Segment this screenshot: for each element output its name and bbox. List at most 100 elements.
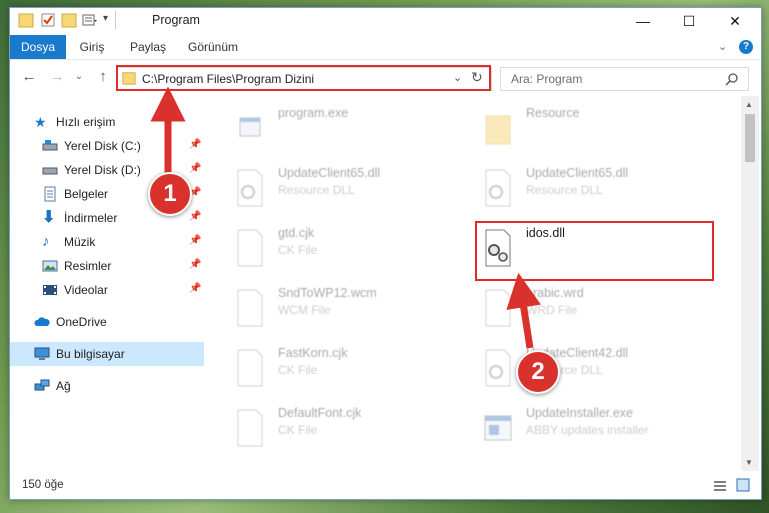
nav-item-label: Hızlı erişim: [56, 115, 116, 129]
file-icon: [237, 409, 263, 447]
pin-icon[interactable]: 📌: [189, 283, 201, 294]
file-name: UpdateClient65.dll: [278, 166, 381, 180]
nav-item-onedrive[interactable]: OneDrive: [10, 310, 204, 334]
nav-item-disk-c[interactable]: Yerel Disk (C:) 📌: [10, 134, 204, 158]
ribbon-expand-icon[interactable]: ⌄: [718, 40, 727, 53]
nav-item-videos[interactable]: Videolar 📌: [10, 278, 204, 302]
drive-icon: [42, 167, 58, 175]
file-name: SndToWP12.wcm: [278, 286, 377, 300]
folder-icon: [18, 13, 34, 28]
computer-icon: [34, 347, 50, 360]
nav-item-label: Bu bilgisayar: [56, 347, 125, 361]
pin-icon[interactable]: 📌: [189, 235, 201, 246]
file-item[interactable]: UpdateInstaller.exe ABBY updates install…: [454, 402, 694, 456]
nav-item-label: Resimler: [64, 259, 112, 273]
address-highlight: [116, 65, 491, 91]
recent-locations-icon[interactable]: ⌄: [70, 68, 88, 86]
file-type: WRD File: [526, 303, 578, 317]
pictures-icon: [42, 260, 58, 272]
cloud-icon: [34, 317, 50, 326]
close-button[interactable]: ✕: [712, 8, 758, 34]
qat-dropdown-icon[interactable]: ▾: [103, 13, 108, 24]
nav-item-this-pc[interactable]: Bu bilgisayar: [10, 342, 204, 366]
step-1-badge: 1: [148, 172, 192, 216]
step-2-badge: 2: [516, 350, 560, 394]
properties-icon[interactable]: [40, 12, 56, 28]
tab-gorunum[interactable]: Görünüm: [182, 35, 244, 59]
nav-item-network[interactable]: Ağ: [10, 374, 204, 398]
back-arrow-icon[interactable]: ←: [20, 68, 38, 86]
forward-arrow-icon[interactable]: →: [48, 68, 66, 86]
file-name: arabic.wrd: [526, 286, 584, 300]
file-type: Resource DLL: [526, 183, 603, 197]
file-item[interactable]: program.exe: [206, 102, 446, 156]
dll-icon: [485, 349, 511, 387]
scroll-thumb[interactable]: [745, 114, 755, 162]
file-type: Resource DLL: [278, 183, 355, 197]
file-item[interactable]: arabic.wrd WRD File: [454, 282, 694, 336]
file-icon: [485, 289, 511, 327]
nav-item-label: Ağ: [56, 379, 71, 393]
pin-icon[interactable]: 📌: [189, 259, 201, 270]
customize-qat-icon[interactable]: [82, 12, 98, 28]
file-type: CK File: [278, 423, 318, 437]
file-item[interactable]: UpdateClient65.dll Resource DLL: [206, 162, 446, 216]
music-icon: ♪: [42, 233, 50, 250]
nav-item-music[interactable]: ♪ Müzik 📌: [10, 230, 204, 254]
tab-giris[interactable]: Giriş: [70, 35, 114, 59]
tab-dosya[interactable]: Dosya: [10, 35, 66, 59]
scroll-down-icon[interactable]: ▼: [745, 458, 753, 467]
maximize-button[interactable]: ☐: [666, 8, 712, 34]
file-type: WCM File: [278, 303, 331, 317]
file-list: program.exe Resource UpdateClient65.dll …: [206, 96, 740, 471]
pin-icon[interactable]: 📌: [189, 163, 201, 174]
nav-item-quick-access[interactable]: ★ Hızlı erişim: [10, 110, 204, 134]
file-icon: [237, 289, 263, 327]
file-name: UpdateClient65.dll: [526, 166, 629, 180]
file-item[interactable]: DefaultFont.cjk CK File: [206, 402, 446, 456]
file-name: DefaultFont.cjk: [278, 406, 362, 420]
file-type: CK File: [278, 243, 318, 257]
title-separator: [115, 11, 116, 29]
nav-item-label: Videolar: [64, 283, 108, 297]
pin-icon[interactable]: 📌: [189, 139, 201, 150]
search-placeholder: Ara: Program: [511, 72, 583, 86]
pin-icon[interactable]: 📌: [189, 211, 201, 222]
file-item[interactable]: UpdateClient65.dll Resource DLL: [454, 162, 694, 216]
search-icon[interactable]: [725, 72, 739, 86]
nav-item-label: İndirmeler: [64, 211, 118, 225]
file-name: program.exe: [278, 106, 349, 120]
folder-icon: [485, 115, 511, 145]
ribbon-tabs: Dosya Giriş Paylaş Görünüm ⌄ ?: [10, 35, 761, 60]
file-item[interactable]: UpdateClient42.dll Resource DLL: [454, 342, 694, 396]
title-bar: ▾ Program — ☐ ✕: [10, 8, 761, 34]
new-folder-icon[interactable]: [61, 12, 77, 28]
file-item[interactable]: gtd.cjk CK File: [206, 222, 446, 276]
help-icon[interactable]: ?: [739, 40, 753, 54]
file-highlight: [475, 221, 714, 281]
network-icon: [34, 379, 50, 391]
dll-icon: [485, 169, 511, 207]
window-title: Program: [152, 13, 200, 27]
large-icons-view-icon[interactable]: [736, 478, 750, 492]
drive-icon: [42, 140, 58, 151]
minimize-button[interactable]: —: [620, 8, 666, 34]
navigation-pane: ★ Hızlı erişim Yerel Disk (C:) 📌 Yerel D…: [10, 96, 204, 471]
file-name: gtd.cjk: [278, 226, 315, 240]
nav-item-label: Belgeler: [64, 187, 109, 201]
scroll-up-icon[interactable]: ▲: [745, 100, 753, 109]
tab-paylas[interactable]: Paylaş: [122, 35, 174, 59]
nav-item-label: Müzik: [64, 235, 96, 249]
installer-icon: [484, 415, 512, 441]
nav-item-pictures[interactable]: Resimler 📌: [10, 254, 204, 278]
file-name: UpdateInstaller.exe: [526, 406, 634, 420]
file-type: ABBY updates installer: [526, 423, 649, 437]
file-item[interactable]: FastKorn.cjk CK File: [206, 342, 446, 396]
item-count: 150 öğe: [22, 479, 64, 491]
file-item[interactable]: SndToWP12.wcm WCM File: [206, 282, 446, 336]
up-arrow-icon[interactable]: ↑: [94, 68, 112, 86]
vertical-scrollbar[interactable]: ▲ ▼: [741, 96, 759, 471]
file-item[interactable]: Resource: [454, 102, 694, 156]
details-view-icon[interactable]: [713, 479, 727, 493]
search-box[interactable]: Ara: Program: [500, 67, 749, 91]
